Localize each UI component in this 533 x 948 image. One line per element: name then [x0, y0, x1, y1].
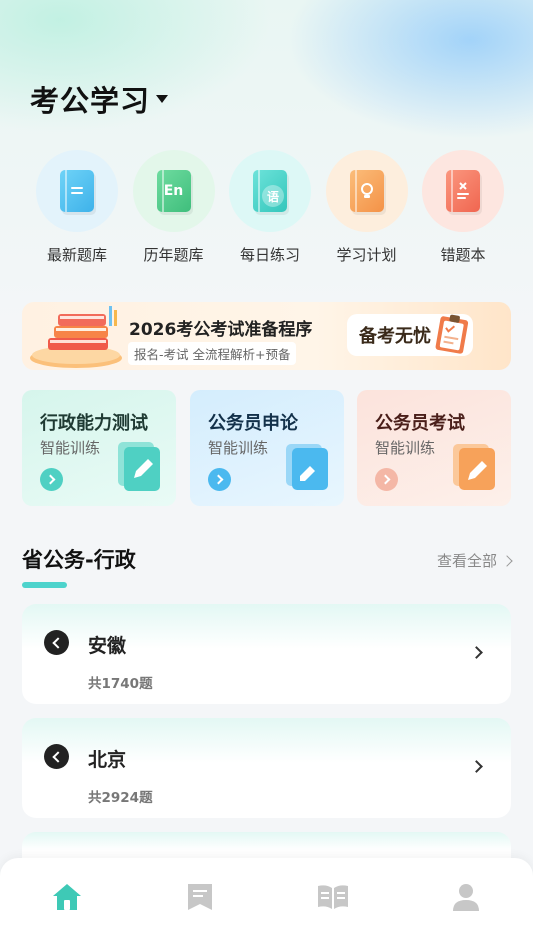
- idea-book-icon: [325, 150, 408, 232]
- card-title: 行政能力测试: [40, 413, 148, 434]
- write-icon: [286, 444, 328, 490]
- card-subtitle: 智能训练: [208, 439, 269, 457]
- card-civil-exam[interactable]: 公务员考试 智能训练: [357, 390, 511, 506]
- quick-action-label: 错题本: [440, 246, 486, 264]
- back-arrow-icon[interactable]: [44, 630, 69, 655]
- card-title: 公务员申论: [208, 413, 298, 434]
- list-item-count: 共2924题: [88, 790, 153, 806]
- quick-action-label: 历年题库: [143, 246, 204, 264]
- list-item-name: 安徽: [88, 635, 127, 657]
- quick-actions: 最新题库 En 历年题库 语 每日练习 学习计划 错题本: [30, 150, 510, 265]
- go-arrow-icon[interactable]: [375, 468, 398, 491]
- app-title: 考公学习: [30, 84, 151, 118]
- list-item-name: 北京: [88, 749, 127, 771]
- quick-action-label: 学习计划: [336, 246, 397, 264]
- bookmark-icon: [187, 884, 212, 910]
- banner-subtitle: 报名-考试 全流程解析+预备: [128, 342, 297, 365]
- caret-down-icon: [156, 95, 169, 103]
- exam-prep-banner[interactable]: 2026考公考试准备程序 报名-考试 全流程解析+预备 备考无忧: [22, 302, 511, 370]
- go-arrow-icon[interactable]: [40, 468, 63, 491]
- books-illustration-icon: [30, 306, 122, 368]
- app-title-selector[interactable]: 考公学习: [30, 78, 169, 120]
- quick-action-wrong-notebook[interactable]: 错题本: [416, 150, 510, 265]
- user-icon: [453, 884, 480, 911]
- question-bank-icon: [36, 150, 118, 232]
- wrong-notebook-icon: [422, 150, 504, 232]
- bottom-navigation: [0, 858, 533, 948]
- view-all-label: 查看全部: [436, 552, 497, 570]
- nav-home[interactable]: [37, 880, 97, 914]
- quick-action-study-plan[interactable]: 学习计划: [320, 150, 414, 265]
- list-item[interactable]: 安徽 共1740题: [22, 604, 511, 704]
- banner-badge-label: 备考无忧: [359, 326, 431, 347]
- nav-courses[interactable]: [303, 880, 363, 914]
- chevron-right-icon: [470, 646, 483, 659]
- language-book-icon: 语: [229, 150, 311, 232]
- banner-title: 2026考公考试准备程序: [129, 320, 313, 340]
- english-book-icon: En: [132, 150, 215, 232]
- view-all-link[interactable]: 查看全部: [436, 550, 513, 571]
- chevron-right-icon: [501, 554, 513, 567]
- card-subtitle: 智能训练: [375, 439, 436, 457]
- exam-paper-icon: [453, 444, 495, 490]
- card-essay[interactable]: 公务员申论 智能训练: [190, 390, 344, 506]
- nav-practice[interactable]: [170, 880, 230, 914]
- quick-action-label: 每日练习: [239, 246, 300, 264]
- clipboard-icon: [435, 314, 469, 354]
- list-item-count: 共1740题: [88, 676, 153, 692]
- go-arrow-icon[interactable]: [208, 468, 231, 491]
- nav-profile[interactable]: [436, 880, 496, 914]
- quick-action-daily-practice[interactable]: 语 每日练习: [223, 150, 317, 265]
- section-title: 省公务-行政: [22, 548, 136, 572]
- quick-action-latest-bank[interactable]: 最新题库: [30, 150, 124, 265]
- open-book-icon: [318, 885, 349, 909]
- chevron-right-icon: [470, 760, 483, 773]
- card-subtitle: 智能训练: [40, 439, 101, 457]
- quick-action-label: 最新题库: [46, 246, 107, 264]
- card-admin-ability[interactable]: 行政能力测试 智能训练: [22, 390, 176, 506]
- back-arrow-icon[interactable]: [44, 744, 69, 769]
- card-title: 公务员考试: [375, 413, 465, 434]
- quick-action-past-bank[interactable]: En 历年题库: [127, 150, 221, 265]
- list-item[interactable]: 北京 共2924题: [22, 718, 511, 818]
- edit-document-icon: [118, 442, 160, 491]
- section-underline: [22, 582, 67, 588]
- home-icon: [52, 884, 81, 910]
